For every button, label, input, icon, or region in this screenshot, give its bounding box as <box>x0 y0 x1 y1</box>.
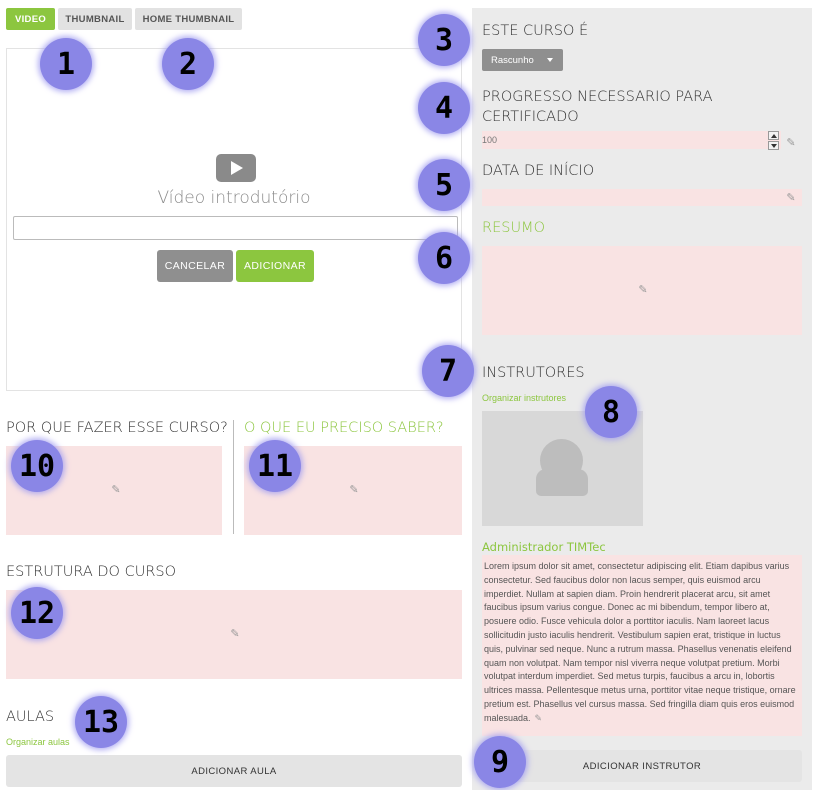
play-icon <box>216 154 256 182</box>
instructor-bio-text: Lorem ipsum dolor sit amet, consectetur … <box>484 561 796 723</box>
tab-video[interactable]: VIDEO <box>6 8 55 30</box>
progress-spinner[interactable] <box>768 131 779 151</box>
marker-4: 4 <box>418 82 470 134</box>
spinner-up-icon[interactable] <box>768 131 779 140</box>
divider <box>233 420 234 534</box>
video-url-input[interactable] <box>13 216 458 240</box>
progress-input[interactable]: 100 <box>482 131 781 149</box>
progress-value: 100 <box>482 135 498 145</box>
status-title: ESTE CURSO É <box>482 23 589 39</box>
pencil-icon[interactable]: ✎ <box>229 628 241 640</box>
marker-1: 1 <box>40 38 92 90</box>
add-video-button[interactable]: ADICIONAR <box>236 250 314 282</box>
marker-10: 10 <box>11 440 63 492</box>
marker-2: 2 <box>162 38 214 90</box>
tab-home-thumbnail[interactable]: HOME THUMBNAIL <box>135 8 242 30</box>
status-value: Rascunho <box>491 54 534 66</box>
marker-9: 9 <box>474 736 526 788</box>
video-title: Vídeo introdutório <box>157 188 311 208</box>
pencil-icon[interactable]: ✎ <box>535 713 543 723</box>
structure-title: ESTRUTURA DO CURSO <box>6 564 177 580</box>
pencil-icon[interactable]: ✎ <box>785 192 797 204</box>
tab-thumbnail[interactable]: THUMBNAIL <box>58 8 132 30</box>
cancel-button[interactable]: CANCELAR <box>157 250 233 282</box>
progress-title: PROGRESSO NECESSARIO PARA CERTIFICADO <box>482 89 713 125</box>
marker-13: 13 <box>75 696 127 748</box>
summary-editor[interactable]: ✎ <box>482 246 802 335</box>
requirements-title: O QUE EU PRECISO SABER? <box>244 420 444 436</box>
pencil-icon[interactable]: ✎ <box>785 137 797 149</box>
status-dropdown[interactable]: Rascunho <box>482 49 563 71</box>
add-lesson-button[interactable]: ADICIONAR AULA <box>6 755 462 787</box>
instructor-bio[interactable]: Lorem ipsum dolor sit amet, consectetur … <box>482 555 802 736</box>
caret-down-icon <box>547 58 553 62</box>
spinner-down-icon[interactable] <box>768 141 779 150</box>
marker-6: 6 <box>418 232 470 284</box>
marker-8: 8 <box>585 386 637 438</box>
organize-instructors-link[interactable]: Organizar instrutores <box>482 393 566 403</box>
lessons-title: AULAS <box>6 709 55 725</box>
pencil-icon[interactable]: ✎ <box>110 484 122 496</box>
summary-title: RESUMO <box>482 220 545 236</box>
marker-7: 7 <box>422 345 474 397</box>
start-date-title: DATA DE INÍCIO <box>482 163 595 179</box>
pencil-icon[interactable]: ✎ <box>637 284 649 296</box>
marker-12: 12 <box>11 587 63 639</box>
marker-5: 5 <box>418 159 470 211</box>
instructor-name: Administrador TIMTec <box>482 540 606 554</box>
organize-lessons-link[interactable]: Organizar aulas <box>6 737 70 747</box>
marker-11: 11 <box>249 440 301 492</box>
pencil-icon[interactable]: ✎ <box>348 484 360 496</box>
instructors-title: INSTRUTORES <box>482 365 585 381</box>
why-title: POR QUE FAZER ESSE CURSO? <box>6 420 228 436</box>
add-instructor-button[interactable]: ADICIONAR INSTRUTOR <box>482 750 802 782</box>
marker-3: 3 <box>418 14 470 66</box>
start-date-input[interactable]: ✎ <box>482 189 802 206</box>
structure-editor[interactable]: ✎ <box>6 590 462 679</box>
